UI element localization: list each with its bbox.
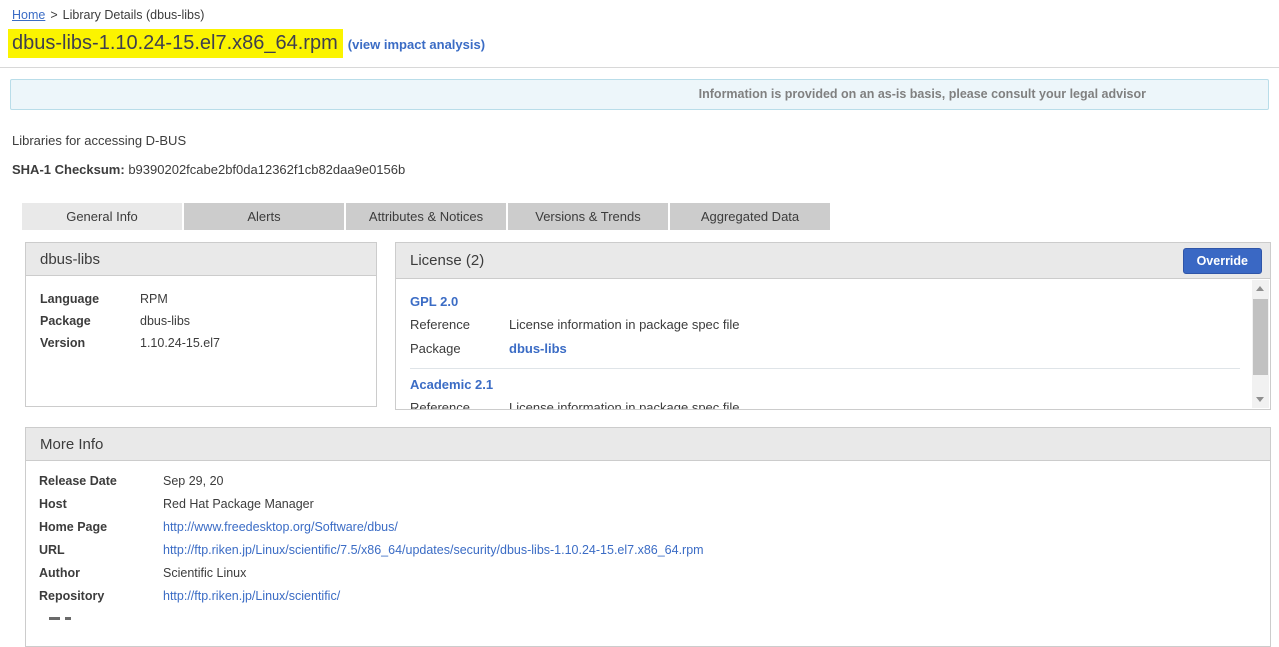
library-row-value: dbus-libs <box>140 314 190 328</box>
license-panel-header: License (2) Override <box>396 243 1270 279</box>
license-reference-value: License information in package spec file <box>509 400 740 409</box>
home-page-link[interactable]: http://www.freedesktop.org/Software/dbus… <box>163 520 398 534</box>
more-info-value: Scientific Linux <box>163 566 246 580</box>
library-panel-title: dbus-libs <box>26 243 376 276</box>
library-row-language: LanguageRPM <box>40 288 362 310</box>
license-entry-divider <box>410 368 1240 369</box>
override-button[interactable]: Override <box>1183 248 1262 274</box>
breadcrumb-home-link[interactable]: Home <box>12 8 45 22</box>
more-info-row-repository: Repositoryhttp://ftp.riken.jp/Linux/scie… <box>39 585 1256 608</box>
sha1-checksum-label: SHA-1 Checksum: <box>12 162 125 177</box>
library-panel: dbus-libs LanguageRPM Packagedbus-libs V… <box>25 242 377 407</box>
more-info-value: Sep 29, 20 <box>163 474 223 488</box>
more-info-row-release-date: Release DateSep 29, 20 <box>39 470 1256 493</box>
license-reference-label: Reference <box>410 396 509 409</box>
license-package-label: Package <box>410 337 509 361</box>
license-reference-label: Reference <box>410 313 509 337</box>
title-row: dbus-libs-1.10.24-15.el7.x86_64.rpm (view… <box>8 32 1279 55</box>
page-title: dbus-libs-1.10.24-15.el7.x86_64.rpm <box>8 29 343 58</box>
license-reference-row: ReferenceLicense information in package … <box>410 396 1240 409</box>
library-url-link[interactable]: http://ftp.riken.jp/Linux/scientific/7.5… <box>163 543 704 557</box>
library-row-label: Language <box>40 288 140 310</box>
more-info-label: Release Date <box>39 470 163 493</box>
license-reference-value: License information in package spec file <box>509 317 740 332</box>
tab-attributes-notices[interactable]: Attributes & Notices <box>346 203 506 230</box>
more-info-label: Host <box>39 493 163 516</box>
repository-link[interactable]: http://ftp.riken.jp/Linux/scientific/ <box>163 589 340 603</box>
license-link-academic[interactable]: Academic 2.1 <box>410 374 493 396</box>
library-row-value: RPM <box>140 292 168 306</box>
breadcrumb: Home > Library Details (dbus-libs) <box>0 0 1279 22</box>
view-impact-analysis-link[interactable]: (view impact analysis) <box>348 37 485 52</box>
library-row-label: Package <box>40 310 140 332</box>
library-panel-body: LanguageRPM Packagedbus-libs Version1.10… <box>26 276 376 366</box>
library-row-version: Version1.10.24-15.el7 <box>40 332 362 354</box>
library-description: Libraries for accessing D-BUS <box>12 133 1279 148</box>
tab-aggregated-data[interactable]: Aggregated Data <box>670 203 830 230</box>
breadcrumb-current: Library Details (dbus-libs) <box>63 8 205 22</box>
more-info-row-host: HostRed Hat Package Manager <box>39 493 1256 516</box>
license-package-link[interactable]: dbus-libs <box>509 341 567 356</box>
more-info-row-author: AuthorScientific Linux <box>39 562 1256 585</box>
tab-alerts[interactable]: Alerts <box>184 203 344 230</box>
scrollbar-thumb[interactable] <box>1253 299 1268 375</box>
scroll-up-icon[interactable] <box>1252 280 1269 297</box>
legal-info-banner: Information is provided on an as-is basi… <box>10 79 1269 110</box>
sha1-checksum: SHA-1 Checksum: b9390202fcabe2bf0da12362… <box>12 162 1279 177</box>
title-divider <box>0 67 1279 68</box>
breadcrumb-separator: > <box>50 8 57 22</box>
general-info-content: dbus-libs LanguageRPM Packagedbus-libs V… <box>25 242 1271 647</box>
more-info-label: Repository <box>39 585 163 608</box>
more-info-panel: More Info Release DateSep 29, 20 HostRed… <box>25 427 1271 647</box>
license-panel-body: GPL 2.0 ReferenceLicense information in … <box>396 279 1270 409</box>
tab-versions-trends[interactable]: Versions & Trends <box>508 203 668 230</box>
library-row-label: Version <box>40 332 140 354</box>
more-info-label: Author <box>39 562 163 585</box>
more-info-label: Home Page <box>39 516 163 539</box>
tab-general-info[interactable]: General Info <box>22 203 182 230</box>
clipped-row-fragment <box>49 617 1256 631</box>
legal-info-banner-text: Information is provided on an as-is basi… <box>699 87 1146 101</box>
tab-bar: General Info Alerts Attributes & Notices… <box>22 203 1279 230</box>
library-row-value: 1.10.24-15.el7 <box>140 336 220 350</box>
library-row-package: Packagedbus-libs <box>40 310 362 332</box>
license-panel: License (2) Override GPL 2.0 ReferenceLi… <box>395 242 1271 410</box>
license-scrollbar[interactable] <box>1252 280 1269 408</box>
more-info-panel-title: More Info <box>26 428 1270 461</box>
license-package-row: Packagedbus-libs <box>410 337 1240 361</box>
more-info-body: Release DateSep 29, 20 HostRed Hat Packa… <box>26 461 1270 631</box>
license-reference-row: ReferenceLicense information in package … <box>410 313 1240 337</box>
more-info-row-home-page: Home Pagehttp://www.freedesktop.org/Soft… <box>39 516 1256 539</box>
license-link-gpl[interactable]: GPL 2.0 <box>410 291 458 313</box>
more-info-row-url: URLhttp://ftp.riken.jp/Linux/scientific/… <box>39 539 1256 562</box>
more-info-value: Red Hat Package Manager <box>163 497 314 511</box>
more-info-label: URL <box>39 539 163 562</box>
scroll-down-icon[interactable] <box>1252 391 1269 408</box>
sha1-checksum-value: b9390202fcabe2bf0da12362f1cb82daa9e0156b <box>128 162 405 177</box>
license-panel-title: License (2) <box>410 252 484 269</box>
